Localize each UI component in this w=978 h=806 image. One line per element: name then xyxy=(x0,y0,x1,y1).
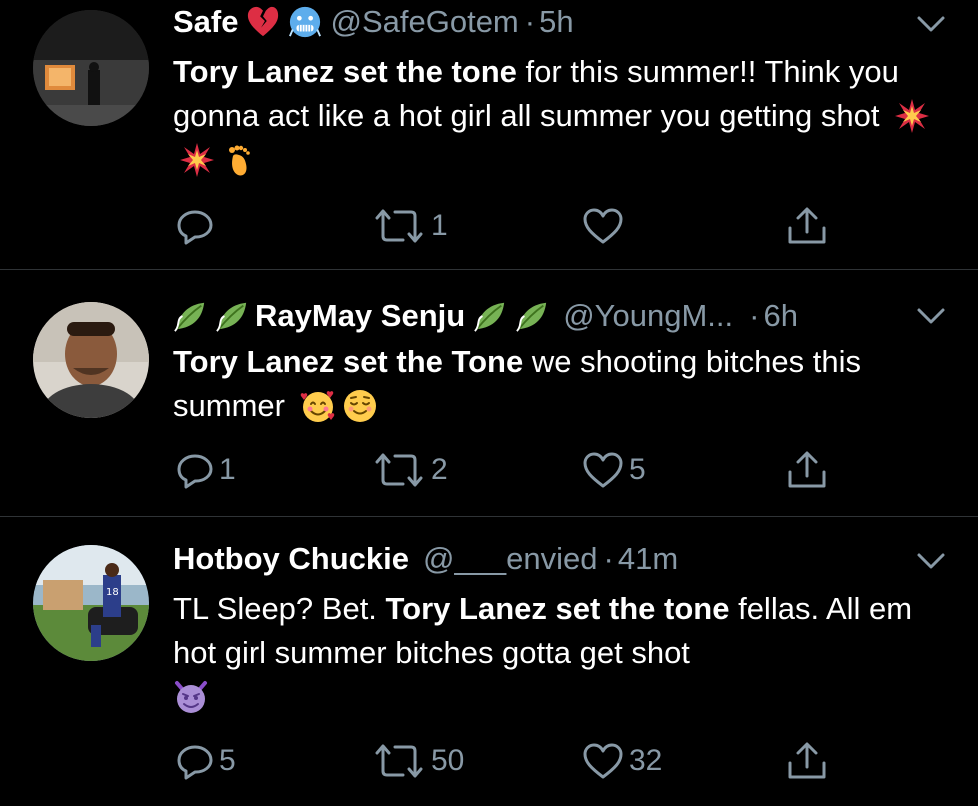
svg-text:18: 18 xyxy=(106,587,119,598)
tweet-header: Safe @SafeGotem · 5h xyxy=(173,2,898,42)
like-button[interactable]: 5 xyxy=(581,450,646,490)
leaf-icon xyxy=(173,299,207,333)
share-button[interactable] xyxy=(785,206,829,246)
retweet-button[interactable]: 1 xyxy=(371,206,448,246)
tweet[interactable]: 18 Hotboy Chuckie @___envied · 41m TL Sl… xyxy=(0,517,978,806)
share-icon xyxy=(785,739,829,783)
cold-face-icon xyxy=(288,5,322,39)
tweet-actions: 1 2 5 xyxy=(173,450,873,490)
heart-icon xyxy=(581,206,625,246)
tweet-text: Tory Lanez set the Tone we shooting bitc… xyxy=(173,340,933,428)
foot-icon xyxy=(221,142,257,178)
chevron-down-icon[interactable] xyxy=(916,14,946,34)
tweet-actions: 1 xyxy=(173,206,873,246)
tweet-text: Tory Lanez set the tone for this summer!… xyxy=(173,50,933,182)
tweet-text: TL Sleep? Bet. Tory Lanez set the tone f… xyxy=(173,587,933,719)
tweet[interactable]: RayMay Senju @YoungM... · 6h Tory Lanez … xyxy=(0,270,978,516)
reply-count: 5 xyxy=(219,744,236,777)
tweet-header: Hotboy Chuckie @___envied · 41m xyxy=(173,539,898,579)
collision-icon xyxy=(894,98,930,134)
avatar[interactable] xyxy=(33,302,149,418)
display-name[interactable]: RayMay Senju xyxy=(255,298,465,334)
separator-dot: · xyxy=(524,4,536,39)
tweet-header: RayMay Senju @YoungM... · 6h xyxy=(173,296,898,336)
reply-icon xyxy=(175,206,215,246)
chevron-down-icon[interactable] xyxy=(916,306,946,326)
retweet-button[interactable]: 2 xyxy=(371,450,448,490)
tweet-actions: 5 50 32 xyxy=(173,741,873,781)
leaf-icon xyxy=(215,299,249,333)
avatar[interactable]: 18 xyxy=(33,545,149,661)
like-count: 5 xyxy=(629,453,646,486)
avatar[interactable] xyxy=(33,10,149,126)
handle[interactable]: @YoungM... xyxy=(563,298,733,334)
separator-dot: · xyxy=(603,541,614,576)
handle[interactable]: @SafeGotem xyxy=(330,4,518,40)
retweet-icon xyxy=(371,741,427,781)
timestamp[interactable]: 6h xyxy=(763,298,797,334)
tweet-text-bold: Tory Lanez set the tone xyxy=(385,591,730,626)
reply-icon xyxy=(175,450,215,490)
share-icon xyxy=(785,204,829,248)
retweet-count: 1 xyxy=(431,209,448,242)
like-button[interactable] xyxy=(581,206,629,246)
broken-heart-icon xyxy=(246,5,280,39)
retweet-icon xyxy=(371,450,427,490)
relieved-face-icon xyxy=(342,388,378,424)
share-button[interactable] xyxy=(785,741,829,781)
like-button[interactable]: 32 xyxy=(581,741,662,781)
retweet-icon xyxy=(371,206,427,246)
display-name[interactable]: Hotboy Chuckie xyxy=(173,541,409,577)
tweet-text-bold: Tory Lanez set the Tone xyxy=(173,344,524,379)
retweet-count: 2 xyxy=(431,453,448,486)
reply-button[interactable]: 1 xyxy=(175,450,236,490)
retweet-button[interactable]: 50 xyxy=(371,741,464,781)
separator-dot: · xyxy=(749,298,760,333)
smiling-face-with-hearts-icon xyxy=(300,388,336,424)
share-icon xyxy=(785,448,829,492)
chevron-down-icon[interactable] xyxy=(916,551,946,571)
heart-icon xyxy=(581,450,625,490)
tweet[interactable]: Safe @SafeGotem · 5h Tory Lanez set the … xyxy=(0,0,978,268)
smiling-imp-icon xyxy=(173,679,209,715)
tweet-text-pre: TL Sleep? Bet. xyxy=(173,591,386,626)
leaf-icon xyxy=(473,299,507,333)
display-name[interactable]: Safe xyxy=(173,4,238,40)
timestamp[interactable]: 5h xyxy=(539,4,573,40)
timestamp[interactable]: 41m xyxy=(618,541,678,577)
share-button[interactable] xyxy=(785,450,829,490)
collision-icon xyxy=(179,142,215,178)
reply-button[interactable] xyxy=(175,206,219,246)
reply-icon xyxy=(175,741,215,781)
leaf-icon xyxy=(515,299,549,333)
retweet-count: 50 xyxy=(431,744,465,777)
handle[interactable]: @___envied xyxy=(423,541,598,577)
heart-icon xyxy=(581,741,625,781)
reply-button[interactable]: 5 xyxy=(175,741,236,781)
like-count: 32 xyxy=(629,744,663,777)
reply-count: 1 xyxy=(219,453,236,486)
tweet-text-bold: Tory Lanez set the tone xyxy=(173,54,517,89)
